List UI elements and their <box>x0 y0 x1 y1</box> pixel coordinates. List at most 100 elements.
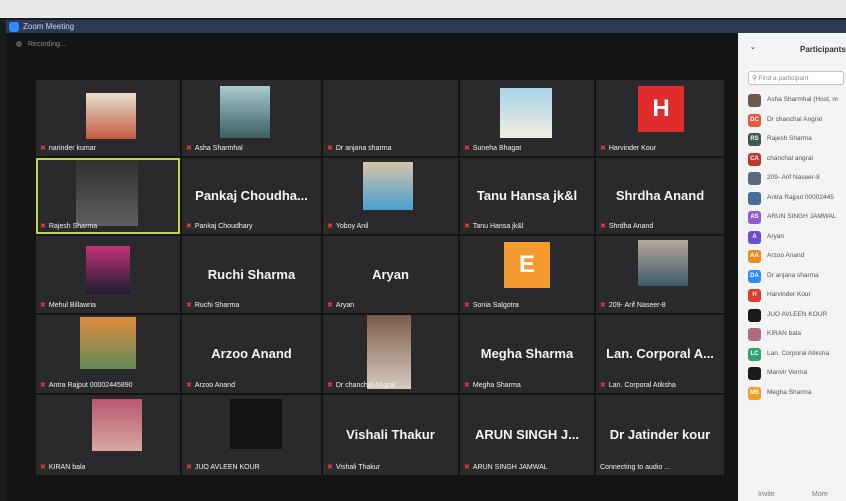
participant-row[interactable]: JUO AVLEEN KOUR <box>748 306 846 326</box>
mic-muted-icon: ✖ <box>327 302 333 309</box>
video-tile[interactable]: ✖ 209- Arif Naseer-8 <box>596 236 724 313</box>
participant-avatar: CA <box>748 152 761 166</box>
participant-avatar: DC <box>748 113 761 127</box>
participant-row[interactable]: RS Rajesh Sharma <box>748 130 846 150</box>
tile-name-text: Tanu Hansa jk&l <box>472 223 524 230</box>
participant-row[interactable]: DC Dr chanchal Angral <box>748 111 846 131</box>
display-name-large: Tanu Hansa jk&l <box>476 187 578 203</box>
video-tile[interactable]: Lan. Corporal A... ✖ Lan. Corporal Atiksha <box>596 315 724 393</box>
tile-name-label: ✖ Arzoo Anand <box>186 381 235 389</box>
video-tile[interactable]: ✖ Suneha Bhagat <box>460 80 594 156</box>
tile-name-label: ✖ Ruchi Sharma <box>186 301 239 309</box>
tile-name-label: ✖ Vishali Thakur <box>327 463 380 471</box>
video-tile[interactable]: ✖ Yoboy Anil <box>323 158 458 234</box>
participant-row[interactable]: Antra Rajput 00002445 <box>748 189 846 209</box>
participant-video <box>80 317 136 369</box>
participant-row[interactable]: AA Arzoo Anand <box>748 247 846 267</box>
search-icon: ⚲ <box>752 75 757 82</box>
mic-muted-icon: ✖ <box>327 223 333 230</box>
participant-row[interactable]: AS ARUN SINGH JAMWAL <box>748 208 846 228</box>
tile-name-label: ✖ Mehul Billawria <box>40 301 96 309</box>
tile-name-text: 209- Arif Naseer-8 <box>608 302 666 309</box>
participant-avatar: MS <box>748 386 761 400</box>
video-tile[interactable]: Vishali Thakur ✖ Vishali Thakur <box>323 395 458 475</box>
participant-name: Dr anjana sharma <box>767 271 819 279</box>
participant-row[interactable]: Asha Sharmhal (Host, m <box>748 91 846 111</box>
chevron-down-icon[interactable]: ⌄ <box>750 43 756 51</box>
participant-name: Rajesh Sharma <box>767 135 812 142</box>
tile-name-label: ✖ 209- Arif Naseer-8 <box>600 301 666 309</box>
participant-video <box>500 88 552 138</box>
tile-name-label: ✖ Harvinder Kour <box>600 144 656 152</box>
video-tile[interactable]: Megha Sharma ✖ Megha Sharma <box>460 315 594 393</box>
participant-row[interactable]: MS Megha Sharma <box>748 384 846 404</box>
participant-search-input[interactable]: ⚲ Find a participant <box>748 71 844 85</box>
participant-row[interactable]: 209- Arif Naseer-8 <box>748 169 846 189</box>
participant-name: Manvir Verma <box>767 369 808 376</box>
tile-name-text: Megha Sharma <box>472 382 521 389</box>
recording-dot-icon <box>16 41 22 48</box>
display-name-large: Aryan <box>372 266 409 282</box>
video-tile[interactable]: ✖ Asha Sharmhal <box>182 80 321 156</box>
participant-row[interactable]: DA Dr anjana sharma <box>748 267 846 287</box>
participant-video <box>92 399 142 451</box>
tile-name-text: Arzoo Anand <box>194 382 235 389</box>
participants-panel: ⌄ Participants ⚲ Find a participant Asha… <box>738 33 846 501</box>
avatar-letter: H <box>638 86 684 132</box>
participant-row[interactable]: H Harvinder Kour <box>748 286 846 306</box>
video-tile[interactable]: Dr Jatinder kour Connecting to audio ... <box>596 395 724 475</box>
participant-row[interactable]: KIRAN bala <box>748 325 846 345</box>
mic-muted-icon: ✖ <box>464 382 470 389</box>
video-tile[interactable]: ✖ narinder kumar <box>36 80 180 156</box>
participant-name: KIRAN bala <box>767 330 801 337</box>
participant-row[interactable]: Manvir Verma <box>748 364 846 384</box>
tile-name-label: ✖ Megha Sharma <box>464 381 521 389</box>
mic-muted-icon: ✖ <box>186 145 192 152</box>
participant-name: Harvinder Kour <box>767 291 811 298</box>
video-tile[interactable]: ✖ Dr anjana sharma <box>323 80 458 156</box>
tile-name-text: Yoboy Anil <box>335 223 369 230</box>
display-name-large: Lan. Corporal A... <box>606 345 714 361</box>
tile-name-text: Antra Rajput 00002445890 <box>48 382 133 389</box>
video-tile[interactable]: Shrdha Anand ✖ Shrdha Anand <box>596 158 724 234</box>
tile-name-label: ✖ narinder kumar <box>40 144 96 152</box>
video-tile[interactable]: Arzoo Anand ✖ Arzoo Anand <box>182 315 321 393</box>
video-tile[interactable]: ARUN SINGH J... ✖ ARUN SINGH JAMWAL <box>460 395 594 475</box>
video-tile[interactable]: Pankaj Choudha... ✖ Pankaj Choudhary <box>182 158 321 234</box>
participant-video <box>86 246 130 294</box>
video-tile[interactable]: Aryan ✖ Aryan <box>323 236 458 313</box>
video-tile[interactable]: ✖ Mehul Billawria <box>36 236 180 313</box>
participant-name: chanchal angral <box>767 154 813 162</box>
tile-name-label: ✖ Aryan <box>327 301 354 309</box>
participant-avatar <box>748 328 761 341</box>
video-tile[interactable]: Tanu Hansa jk&l ✖ Tanu Hansa jk&l <box>460 158 594 234</box>
more-button[interactable]: More <box>812 491 828 498</box>
video-tile[interactable]: ✖ Rajesh Sharma <box>36 158 180 234</box>
participant-row[interactable]: LC Lan. Corporal Atiksha <box>748 345 846 365</box>
video-tile[interactable]: ✖ Dr chanchal Angral <box>323 315 458 393</box>
video-tile[interactable]: H ✖ Harvinder Kour <box>596 80 724 156</box>
video-tile[interactable]: ✖ Antra Rajput 00002445890 <box>36 315 180 393</box>
tile-name-text: Rajesh Sharma <box>48 223 98 230</box>
window-title: Zoom Meeting <box>23 22 75 31</box>
mic-muted-icon: ✖ <box>464 223 470 230</box>
mic-muted-icon: ✖ <box>600 145 606 152</box>
video-tile[interactable]: ✖ JUO AVLEEN KOUR <box>182 395 321 475</box>
participant-avatar: RS <box>748 133 761 146</box>
mic-muted-icon: ✖ <box>464 302 470 309</box>
participant-row[interactable]: CA chanchal angral <box>748 150 846 170</box>
participant-name: Lan. Corporal Atiksha <box>767 349 830 357</box>
participant-avatar <box>748 308 761 322</box>
mic-muted-icon: ✖ <box>40 302 46 309</box>
video-tile[interactable]: E ✖ Sonia Salgotra <box>460 236 594 313</box>
video-tile[interactable]: Ruchi Sharma ✖ Ruchi Sharma <box>182 236 321 313</box>
participant-row[interactable]: A Aryan <box>748 228 846 248</box>
tile-name-label: ✖ Dr chanchal Angral <box>327 381 395 389</box>
video-tile[interactable]: ✖ KIRAN bala <box>36 395 180 475</box>
participant-video <box>76 160 138 226</box>
participant-name: Arzoo Anand <box>767 252 805 259</box>
invite-button[interactable]: Invite <box>758 491 775 498</box>
participant-video <box>230 399 282 449</box>
mic-muted-icon: ✖ <box>600 382 606 389</box>
mic-muted-icon: ✖ <box>186 223 192 230</box>
